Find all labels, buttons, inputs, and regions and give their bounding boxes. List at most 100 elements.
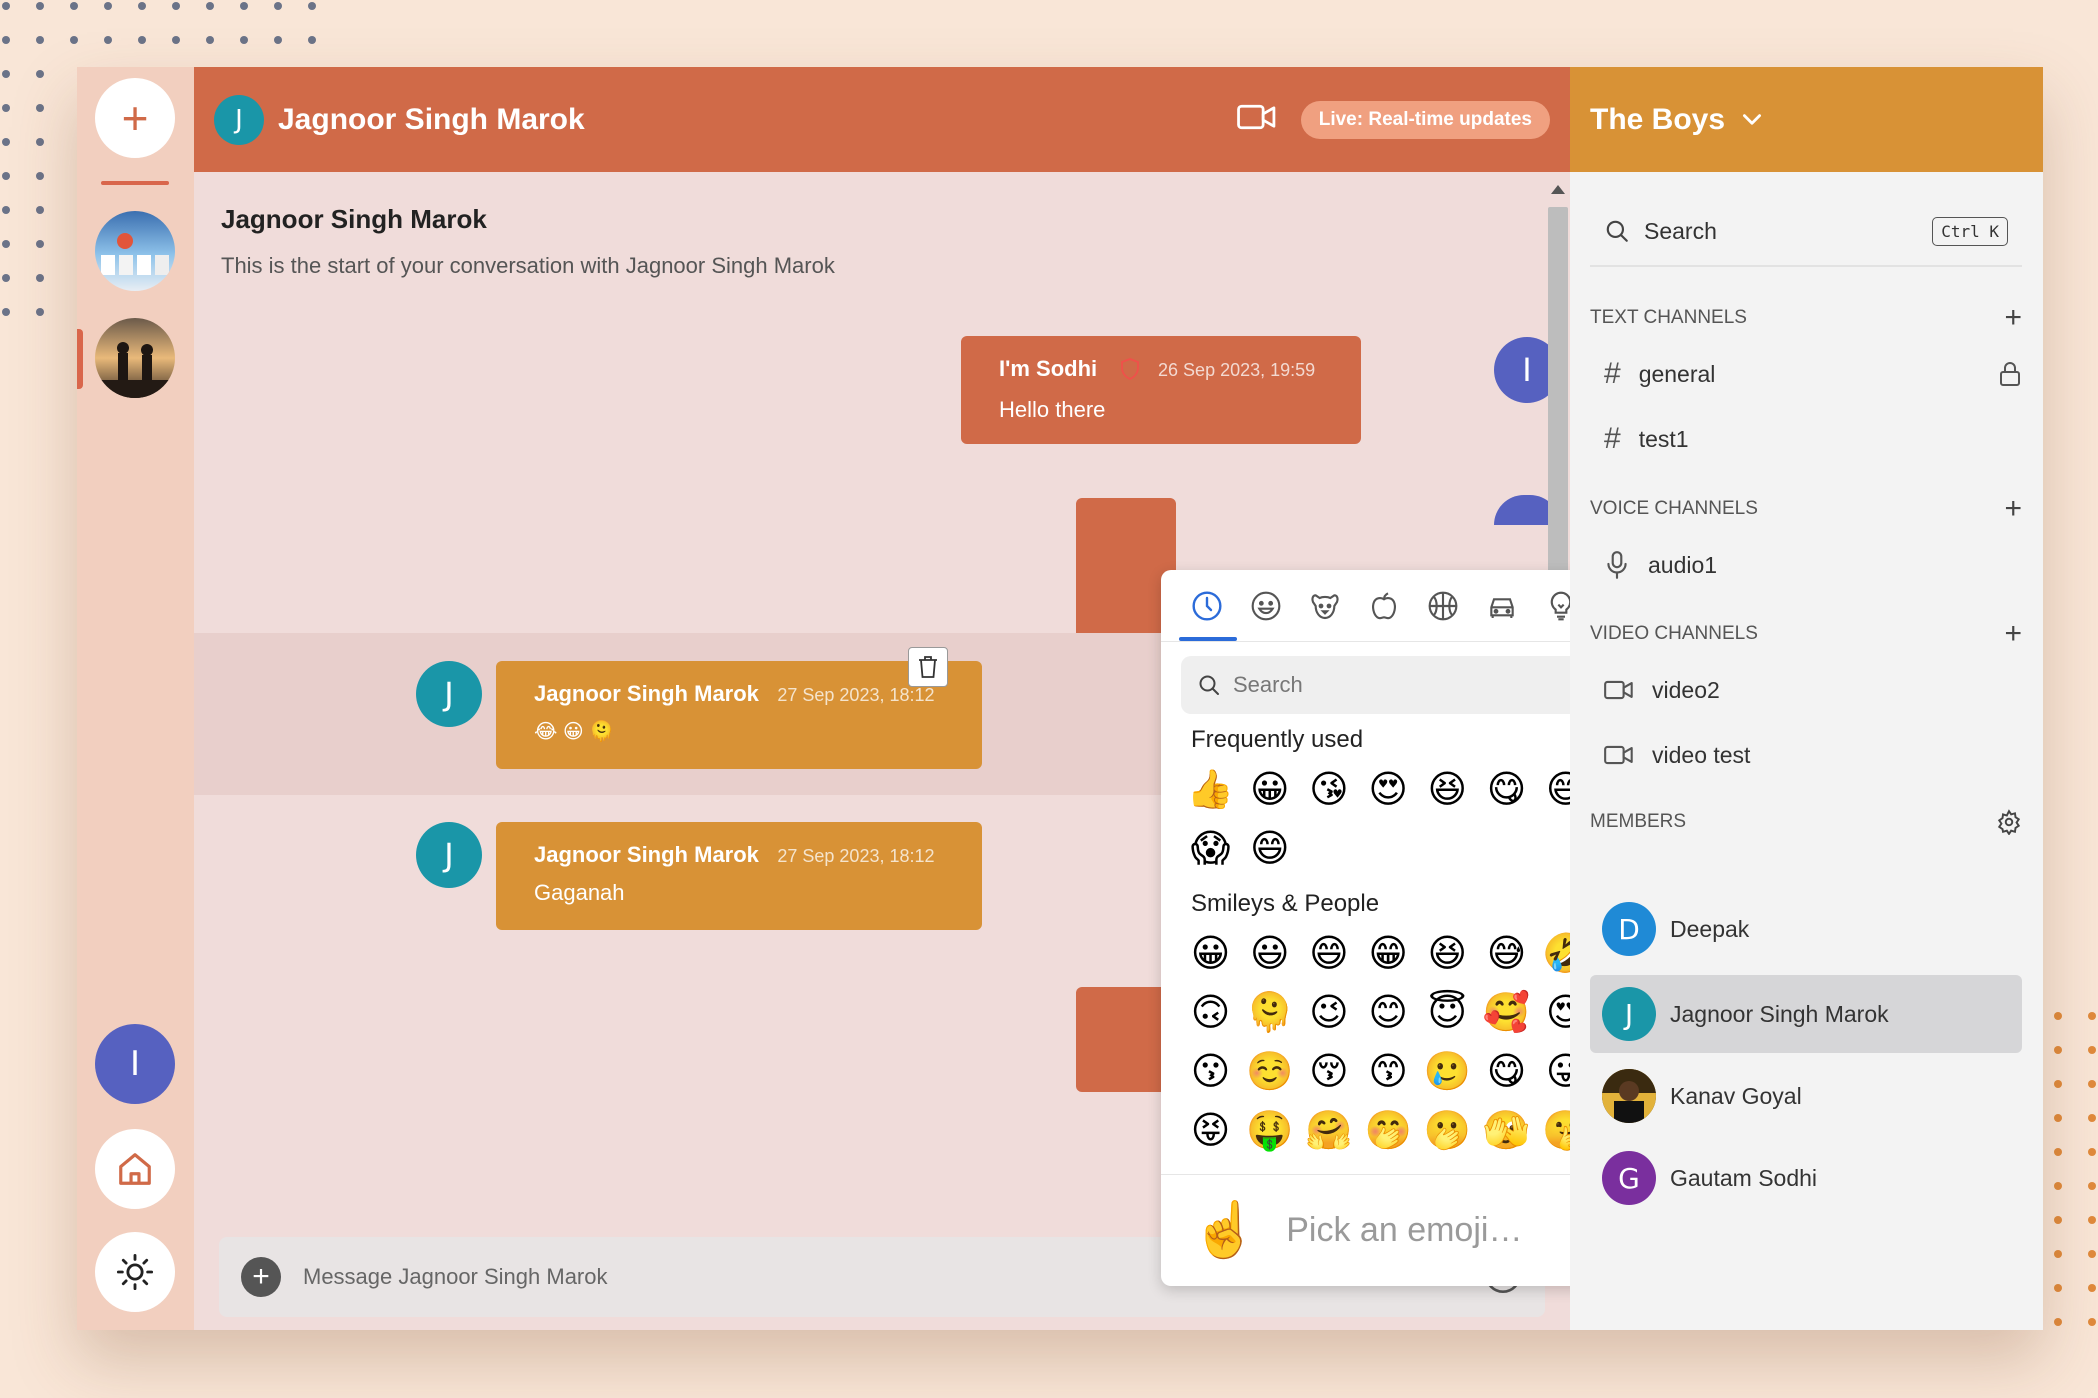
emoji-cell[interactable]: 😚	[1299, 1042, 1358, 1101]
emoji-cell[interactable]: 🤗	[1299, 1101, 1358, 1160]
chevron-down-icon	[1743, 113, 1762, 125]
member-item-gautam[interactable]: G Gautam Sodhi	[1590, 1139, 2022, 1217]
server-header[interactable]: The Boys	[1570, 67, 2043, 172]
emoji-cell[interactable]: 😄	[1240, 819, 1299, 878]
sports-icon[interactable]	[1413, 590, 1472, 622]
add-channel-plus-icon[interactable]: +	[2004, 619, 2022, 649]
animal-icon[interactable]	[1295, 590, 1354, 622]
add-channel-plus-icon[interactable]: +	[2004, 303, 2022, 333]
search-label: Search	[1644, 217, 1717, 244]
message-timestamp: 27 Sep 2023, 18:12	[777, 685, 935, 705]
conversation-intro-title: Jagnoor Singh Marok	[221, 204, 487, 234]
message-author: I'm Sodhi	[999, 356, 1098, 381]
recent-icon[interactable]	[1177, 590, 1236, 622]
member-avatar-photo	[1602, 1069, 1656, 1123]
emoji-cell[interactable]: 😅	[1477, 924, 1536, 983]
channel-name: general	[1638, 360, 1716, 387]
message-text: Hello there	[999, 397, 1106, 423]
server-sidebar: The Boys Search Ctrl K TEXT CHANNELS + #…	[1570, 67, 2043, 1330]
emoji-cell[interactable]: 😋	[1477, 1042, 1536, 1101]
member-item-jagnoor[interactable]: J Jagnoor Singh Marok	[1590, 975, 2022, 1053]
user-avatar-letter: I	[129, 1044, 141, 1084]
emoji-cell[interactable]: 😙	[1359, 1042, 1418, 1101]
member-item-deepak[interactable]: D Deepak	[1590, 890, 2022, 968]
emoji-search-placeholder: Search	[1233, 672, 1303, 697]
members-header: MEMBERS	[1590, 809, 2022, 835]
live-status-badge: Live: Real-time updates	[1300, 100, 1550, 139]
video-camera-icon	[1604, 745, 1633, 765]
emoji-cell[interactable]: 😝	[1181, 1101, 1240, 1160]
emoji-cell[interactable]: 😆	[1418, 760, 1477, 819]
scroll-up-arrow-icon[interactable]	[1551, 185, 1565, 194]
server-search-button[interactable]: Search Ctrl K	[1590, 197, 2022, 267]
emoji-cell[interactable]: 😋	[1477, 760, 1536, 819]
chat-panel: J Jagnoor Singh Marok Live: Real-time up…	[194, 67, 1739, 1330]
member-avatar: G	[1602, 1151, 1656, 1205]
travel-icon[interactable]	[1472, 590, 1531, 622]
home-icon	[119, 1153, 151, 1185]
emoji-cell[interactable]: 😃	[1240, 924, 1299, 983]
channel-name: audio1	[1648, 551, 1718, 578]
video-camera-icon[interactable]	[1236, 103, 1277, 136]
server-icon-the-boys[interactable]	[95, 318, 175, 398]
rail-divider	[101, 181, 169, 185]
emoji-cell[interactable]: 😁	[1359, 924, 1418, 983]
channel-item-audio1[interactable]: audio1	[1604, 537, 2022, 593]
message-avatar[interactable]: J	[416, 822, 482, 888]
video-channels-header: VIDEO CHANNELS +	[1590, 619, 2022, 649]
channel-item-test1[interactable]: # test1	[1604, 411, 2022, 467]
server-name: The Boys	[1590, 102, 1726, 136]
emoji-cell[interactable]: 👍	[1181, 760, 1240, 819]
channel-item-video-test[interactable]: video test	[1604, 727, 2022, 783]
voice-channels-header: VOICE CHANNELS +	[1590, 494, 2022, 524]
emoji-cell[interactable]: 🫢	[1418, 1101, 1477, 1160]
smiley-icon[interactable]	[1236, 590, 1295, 622]
emoji-cell[interactable]: 😆	[1418, 924, 1477, 983]
emoji-cell[interactable]: 😊	[1359, 983, 1418, 1042]
message-text: 😂 😀 🫠	[534, 721, 615, 743]
group-title: TEXT CHANNELS	[1590, 307, 1747, 328]
emoji-cell[interactable]: 🙃	[1181, 983, 1240, 1042]
member-name: Kanav Goyal	[1670, 1082, 1802, 1109]
gear-icon[interactable]	[1996, 809, 2022, 835]
create-server-button[interactable]: +	[95, 78, 175, 158]
message-bubble[interactable]: I'm Sodhi 26 Sep 2023, 19:59 Hello there	[961, 336, 1361, 444]
shield-icon	[1120, 358, 1140, 385]
message-timestamp: 26 Sep 2023, 19:59	[1158, 360, 1316, 380]
emoji-cell[interactable]: 😍	[1359, 760, 1418, 819]
emoji-cell[interactable]: 😱	[1181, 819, 1240, 878]
member-item-kanav[interactable]: Kanav Goyal	[1590, 1057, 2022, 1135]
emoji-cell[interactable]: 😄	[1299, 924, 1358, 983]
channel-item-video2[interactable]: video2	[1604, 662, 2022, 718]
emoji-cell[interactable]: 😀	[1240, 760, 1299, 819]
active-server-marker	[77, 329, 83, 389]
emoji-cell[interactable]: 😇	[1418, 983, 1477, 1042]
emoji-cell[interactable]: 😀	[1181, 924, 1240, 983]
server-icon-1[interactable]	[95, 211, 175, 291]
emoji-cell[interactable]: ☺️	[1240, 1042, 1299, 1101]
emoji-cell[interactable]: 🫣	[1477, 1101, 1536, 1160]
channel-name: video2	[1652, 676, 1720, 703]
message-avatar[interactable]: J	[416, 661, 482, 727]
emoji-cell[interactable]: 😗	[1181, 1042, 1240, 1101]
theme-toggle-button[interactable]	[95, 1232, 175, 1312]
add-channel-plus-icon[interactable]: +	[2004, 494, 2022, 524]
app-window: + I J Jagnoor Singh Marok Live: Real-tim…	[77, 67, 2043, 1330]
emoji-cell[interactable]: 🤭	[1359, 1101, 1418, 1160]
message-bubble[interactable]: Jagnoor Singh Marok 27 Sep 2023, 18:12 G…	[496, 822, 982, 930]
food-icon[interactable]	[1354, 590, 1413, 622]
delete-message-button[interactable]	[908, 647, 948, 687]
user-avatar-button[interactable]: I	[95, 1024, 175, 1104]
attach-plus-button[interactable]: +	[241, 1257, 281, 1297]
emoji-cell[interactable]: 🤑	[1240, 1101, 1299, 1160]
emoji-cell[interactable]: 🥰	[1477, 983, 1536, 1042]
channel-item-general[interactable]: # general	[1604, 346, 2022, 402]
conversation-intro-subtitle: This is the start of your conversation w…	[221, 253, 835, 278]
emoji-cell[interactable]: 😉	[1299, 983, 1358, 1042]
home-button[interactable]	[95, 1129, 175, 1209]
emoji-cell[interactable]: 😘	[1299, 760, 1358, 819]
message-author: Jagnoor Singh Marok	[534, 842, 759, 867]
preview-emoji: ☝️	[1191, 1200, 1259, 1260]
emoji-cell[interactable]: 🫠	[1240, 983, 1299, 1042]
emoji-cell[interactable]: 🥲	[1418, 1042, 1477, 1101]
